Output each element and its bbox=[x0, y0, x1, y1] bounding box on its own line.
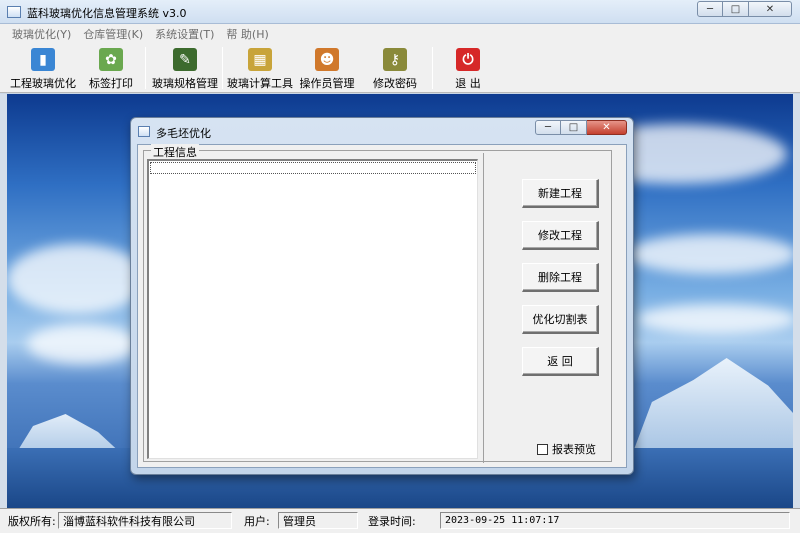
app-window-icon bbox=[7, 6, 21, 18]
list-focus-row[interactable] bbox=[150, 162, 476, 174]
maximize-button[interactable]: □ bbox=[723, 1, 749, 17]
tool-label: 玻璃规格管理 bbox=[152, 77, 218, 90]
dialog-maximize-button[interactable]: □ bbox=[561, 120, 587, 135]
tool-label: 操作员管理 bbox=[299, 77, 355, 90]
user-label: 用户: bbox=[244, 514, 270, 528]
window-controls: ─ □ ✕ bbox=[697, 1, 792, 17]
tool-operator-manage[interactable]: ☻ 操作员管理 bbox=[298, 45, 356, 91]
checkbox-label: 报表预览 bbox=[552, 443, 596, 456]
multi-blank-optimize-dialog: 多毛坯优化 ─ □ ✕ 工程信息 新建工程 修改工程 删除工程 优化切割表 返 … bbox=[130, 117, 634, 475]
tool-change-password[interactable]: ⚷ 修改密码 bbox=[370, 45, 420, 91]
status-bar: 版权所有: 淄博蓝科软件科技有限公司 用户: 管理员 登录时间: 2023-09… bbox=[0, 508, 800, 533]
project-info-group: 工程信息 新建工程 修改工程 删除工程 优化切割表 返 回 报表预览 bbox=[143, 144, 612, 463]
return-button[interactable]: 返 回 bbox=[522, 347, 599, 376]
document-icon: ✿ bbox=[99, 48, 123, 71]
group-label: 工程信息 bbox=[151, 144, 199, 160]
login-time: 2023-09-25 11:07:17 bbox=[440, 512, 790, 529]
menu-glass-optimize[interactable]: 玻璃优化(Y) bbox=[6, 26, 77, 42]
tool-label-print[interactable]: ✿ 标签打印 bbox=[84, 45, 138, 91]
dialog-body: 工程信息 新建工程 修改工程 删除工程 优化切割表 返 回 报表预览 bbox=[137, 144, 627, 468]
cloud bbox=[637, 304, 793, 334]
tool-exit[interactable]: ⏻ 退 出 bbox=[448, 45, 488, 91]
project-list[interactable] bbox=[147, 159, 478, 459]
menu-warehouse[interactable]: 仓库管理(K) bbox=[77, 26, 149, 42]
delete-project-button[interactable]: 删除工程 bbox=[522, 263, 599, 292]
user-name: 管理员 bbox=[278, 512, 358, 529]
edit-project-button[interactable]: 修改工程 bbox=[522, 221, 599, 250]
book-icon: ▮ bbox=[31, 48, 55, 71]
tool-label: 玻璃计算工具 bbox=[227, 77, 293, 90]
toolbar: ▮ 工程玻璃优化 ✿ 标签打印 ✎ 玻璃规格管理 ▦ 玻璃计算工具 ☻ 操作员管… bbox=[0, 43, 800, 93]
toolbar-separator bbox=[222, 47, 223, 89]
copyright-label: 版权所有: bbox=[8, 514, 56, 528]
power-icon: ⏻ bbox=[456, 48, 480, 71]
checkbox-box[interactable] bbox=[537, 443, 548, 455]
close-button[interactable]: ✕ bbox=[749, 1, 792, 17]
dialog-minimize-button[interactable]: ─ bbox=[535, 120, 561, 135]
minimize-button[interactable]: ─ bbox=[697, 1, 723, 17]
menu-help[interactable]: 帮 助(H) bbox=[220, 26, 274, 42]
new-project-button[interactable]: 新建工程 bbox=[522, 179, 599, 208]
login-time-label: 登录时间: bbox=[368, 514, 416, 528]
toolbar-separator bbox=[145, 47, 146, 89]
dialog-title-bar[interactable]: 多毛坯优化 ─ □ ✕ bbox=[131, 118, 633, 144]
dialog-window-controls: ─ □ ✕ bbox=[535, 120, 627, 135]
cloud bbox=[7, 244, 147, 314]
edit-icon: ✎ bbox=[173, 48, 197, 71]
app-title: 蓝科玻璃优化信息管理系统 v3.0 bbox=[27, 7, 187, 20]
tool-glass-calculator[interactable]: ▦ 玻璃计算工具 bbox=[227, 45, 293, 91]
calculator-icon: ▦ bbox=[248, 48, 272, 71]
toolbar-separator bbox=[432, 47, 433, 89]
dialog-close-button[interactable]: ✕ bbox=[587, 120, 627, 135]
dialog-title: 多毛坯优化 bbox=[156, 127, 211, 140]
cloud bbox=[27, 324, 137, 364]
tool-glass-spec[interactable]: ✎ 玻璃规格管理 bbox=[152, 45, 218, 91]
tool-label: 标签打印 bbox=[89, 77, 133, 90]
menu-settings[interactable]: 系统设置(T) bbox=[149, 26, 220, 42]
menu-bar: 玻璃优化(Y) 仓库管理(K) 系统设置(T) 帮 助(H) bbox=[0, 24, 800, 43]
users-icon: ☻ bbox=[315, 48, 339, 71]
window-frame-right bbox=[793, 94, 800, 508]
key-icon: ⚷ bbox=[383, 48, 407, 71]
tool-label: 退 出 bbox=[455, 77, 481, 90]
optimize-cut-sheet-button[interactable]: 优化切割表 bbox=[522, 305, 599, 334]
dialog-window-icon bbox=[138, 126, 150, 137]
company-name: 淄博蓝科软件科技有限公司 bbox=[58, 512, 232, 529]
report-preview-checkbox[interactable]: 报表预览 bbox=[537, 441, 596, 457]
tool-label: 工程玻璃优化 bbox=[10, 77, 76, 90]
window-frame-left bbox=[0, 94, 7, 508]
main-title-bar: 蓝科玻璃优化信息管理系统 v3.0 ─ □ ✕ bbox=[0, 0, 800, 24]
cloud bbox=[627, 234, 793, 274]
tool-label: 修改密码 bbox=[373, 77, 417, 90]
button-panel: 新建工程 修改工程 删除工程 优化切割表 返 回 报表预览 bbox=[483, 153, 629, 463]
tool-engineering-optimize[interactable]: ▮ 工程玻璃优化 bbox=[8, 45, 78, 91]
